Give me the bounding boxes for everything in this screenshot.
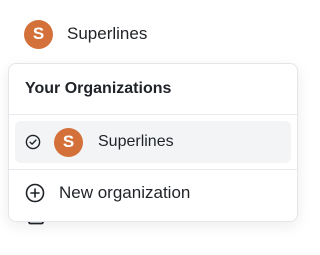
organization-list: S Superlines	[9, 115, 297, 169]
org-avatar: S	[24, 19, 53, 49]
org-item-avatar: S	[54, 127, 83, 157]
popover-title: Your Organizations	[25, 80, 172, 97]
org-avatar-letter: S	[32, 24, 45, 43]
organizations-popover: Your Organizations S Superlines New orga…	[8, 63, 298, 222]
org-switcher-button[interactable]: S Superlines	[24, 19, 147, 49]
org-item-superlines[interactable]: S Superlines	[15, 121, 291, 163]
org-item-avatar-letter: S	[62, 132, 75, 151]
plus-circle-icon	[25, 183, 45, 203]
current-org-name: Superlines	[67, 24, 148, 43]
org-item-name: Superlines	[98, 133, 174, 150]
new-organization-label: New organization	[59, 183, 191, 202]
check-circle-icon	[25, 134, 41, 150]
new-organization-button[interactable]: New organization	[9, 170, 297, 216]
